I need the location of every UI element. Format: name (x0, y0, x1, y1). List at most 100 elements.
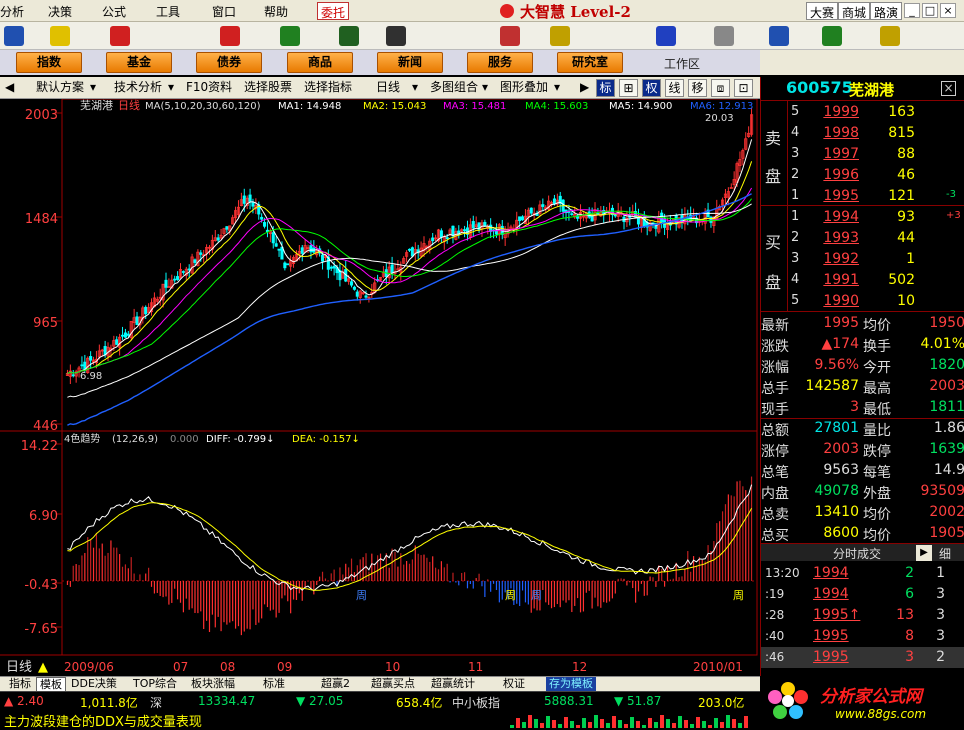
candle-body (248, 194, 252, 202)
monitor-icon[interactable] (769, 26, 789, 46)
level-price[interactable]: 1997 (821, 146, 859, 162)
multi-chart-button[interactable]: 多图组合 (428, 79, 480, 97)
mark-toggle[interactable]: 标 (596, 79, 615, 97)
nav-fund-button[interactable]: 基金 (106, 52, 172, 73)
bottom-tab[interactable]: 超赢统计 (428, 677, 478, 692)
roadshow-link[interactable]: 路演 (870, 2, 903, 20)
level-price[interactable]: 1996 (821, 167, 859, 183)
tech-analysis-dropdown-icon[interactable]: ▾ (166, 79, 176, 97)
tick-trade-row[interactable]: :40 1995 8 3 (761, 626, 964, 647)
level-price[interactable]: 1992 (821, 251, 859, 267)
period-dropdown-icon[interactable]: ▾ (410, 79, 420, 97)
kline-chart[interactable]: 2003 1484 965 446 14.22 6.90 -0.43 -7.65… (0, 99, 760, 676)
diamond-icon[interactable] (550, 26, 570, 46)
asks-level-row[interactable]: 3 1997 88 (761, 144, 964, 165)
printer-icon[interactable] (714, 26, 734, 46)
line-toggle[interactable]: 线 (665, 79, 684, 97)
level-price[interactable]: 1995 (821, 188, 859, 204)
bottom-tab[interactable]: 模板 (36, 677, 66, 692)
select-stock-button[interactable]: 选择股票 (242, 79, 294, 97)
menu-tools[interactable]: 工具 (156, 3, 180, 20)
daily-period-button[interactable]: 日线 (374, 79, 402, 97)
bids-level-row[interactable]: 5 1990 10 (761, 291, 964, 312)
menu-help[interactable]: 帮助 (264, 3, 288, 20)
nav-bond-button[interactable]: 债券 (196, 52, 262, 73)
bottom-tab[interactable]: 超赢2 (318, 677, 353, 692)
menu-decision[interactable]: 决策 (48, 3, 72, 20)
move-toggle[interactable]: 移 (688, 79, 707, 97)
level-price[interactable]: 1994 (821, 209, 859, 225)
bottom-tab[interactable]: 指标 (6, 677, 34, 692)
asks-level-row[interactable]: 4 1998 815 (761, 123, 964, 144)
calculator-icon[interactable] (50, 26, 70, 46)
bids-level-row[interactable]: 2 1993 44 (761, 228, 964, 249)
select-indicator-button[interactable]: 选择指标 (302, 79, 354, 97)
maximize-button[interactable]: □ (922, 3, 938, 18)
bar-chart-icon[interactable] (339, 26, 359, 46)
level-price[interactable]: 1990 (821, 293, 859, 309)
tick-trade-row[interactable]: :46 1995 3 2 (761, 647, 964, 668)
bids-level-row[interactable]: 4 1991 502 (761, 270, 964, 291)
nav-research-button[interactable]: 研究室 (557, 52, 623, 73)
overlay-dropdown-icon[interactable]: ▾ (552, 79, 562, 97)
bottom-tab[interactable]: 板块涨幅 (188, 677, 238, 692)
menu-formula[interactable]: 公式 (102, 3, 126, 20)
overlay-button[interactable]: 图形叠加 (498, 79, 550, 97)
multi-chart-dropdown-icon[interactable]: ▾ (480, 79, 490, 97)
toolbar-prev-arrow-icon[interactable]: ◀ (3, 79, 16, 97)
bids-level-row[interactable]: 3 1992 1 (761, 249, 964, 270)
contest-link[interactable]: 大赛 (806, 2, 839, 20)
menu-analysis[interactable]: 分析 (0, 3, 24, 20)
bottom-tab[interactable]: DDE决策 (68, 677, 120, 692)
asks-level-row[interactable]: 2 1996 46 (761, 165, 964, 186)
asks-level-row[interactable]: 1 1995 121 -3 (761, 186, 964, 207)
close-button[interactable]: × (940, 3, 956, 18)
level-price[interactable]: 1993 (821, 230, 859, 246)
binoculars-icon[interactable] (386, 26, 406, 46)
bids-level-row[interactable]: 1 1994 93 +3 (761, 207, 964, 228)
nav-index-button[interactable]: 指数 (16, 52, 82, 73)
rights-toggle[interactable]: 权 (642, 79, 661, 97)
dollar-icon[interactable] (220, 26, 240, 46)
nav-service-button[interactable]: 服务 (467, 52, 533, 73)
weituo-button[interactable]: 委托 (317, 2, 350, 20)
tech-analysis-menu[interactable]: 技术分析 (112, 79, 164, 97)
nav-commodity-button[interactable]: 商品 (287, 52, 353, 73)
grid-toggle[interactable]: ⊞ (619, 79, 638, 97)
period-bottom-arrow-icon[interactable]: ▲ (38, 660, 48, 675)
tick-trades-arrow-icon[interactable]: ▶ (916, 545, 932, 561)
mall-link[interactable]: 商城 (838, 2, 871, 20)
layout-toggle[interactable]: ⧈ (711, 79, 730, 97)
minimize-button[interactable]: _ (904, 3, 920, 18)
default-scheme-dropdown-icon[interactable]: ▾ (88, 79, 98, 97)
work-area-label[interactable]: 工作区 (664, 55, 700, 72)
si-icon[interactable] (4, 26, 24, 46)
asks-level-row[interactable]: 5 1999 163 (761, 102, 964, 123)
tick-trade-row[interactable]: :28 1995↑ 13 3 (761, 605, 964, 626)
bottom-tab[interactable]: 超赢买点 (368, 677, 418, 692)
bottom-tab[interactable]: TOP综合 (130, 677, 180, 692)
level-price[interactable]: 1991 (821, 272, 859, 288)
tick-trade-row[interactable]: 13:20 1994 2 1 (761, 563, 964, 584)
level-price[interactable]: 1999 (821, 104, 859, 120)
tick-trade-row[interactable]: :19 1994 6 3 (761, 584, 964, 605)
quote-close-icon[interactable]: × (941, 81, 956, 96)
tick-trades-detail-toggle[interactable]: 细 (939, 545, 951, 562)
glasses-icon[interactable] (280, 26, 300, 46)
news-ticker[interactable]: 主力波段建仓的DDX与成交量表现 (4, 711, 202, 730)
move-icon[interactable] (110, 26, 130, 46)
level-price[interactable]: 1998 (821, 125, 859, 141)
toolbar-next-arrow-icon[interactable]: ▶ (578, 79, 591, 97)
bottom-tab[interactable]: 标准 (260, 677, 288, 692)
f10-info-button[interactable]: F10资料 (184, 79, 234, 97)
nav-news-button[interactable]: 新闻 (377, 52, 443, 73)
arrows-icon[interactable] (500, 26, 520, 46)
default-scheme-menu[interactable]: 默认方案 (34, 79, 86, 97)
bottom-tab[interactable]: 权证 (500, 677, 528, 692)
window-toggle[interactable]: ⊡ (734, 79, 753, 97)
menu-window[interactable]: 窗口 (212, 3, 236, 20)
help-cursor-icon[interactable] (880, 26, 900, 46)
swirl-icon[interactable] (656, 26, 676, 46)
bottom-tab[interactable]: 存为模板 (546, 677, 596, 692)
books-icon[interactable] (822, 26, 842, 46)
